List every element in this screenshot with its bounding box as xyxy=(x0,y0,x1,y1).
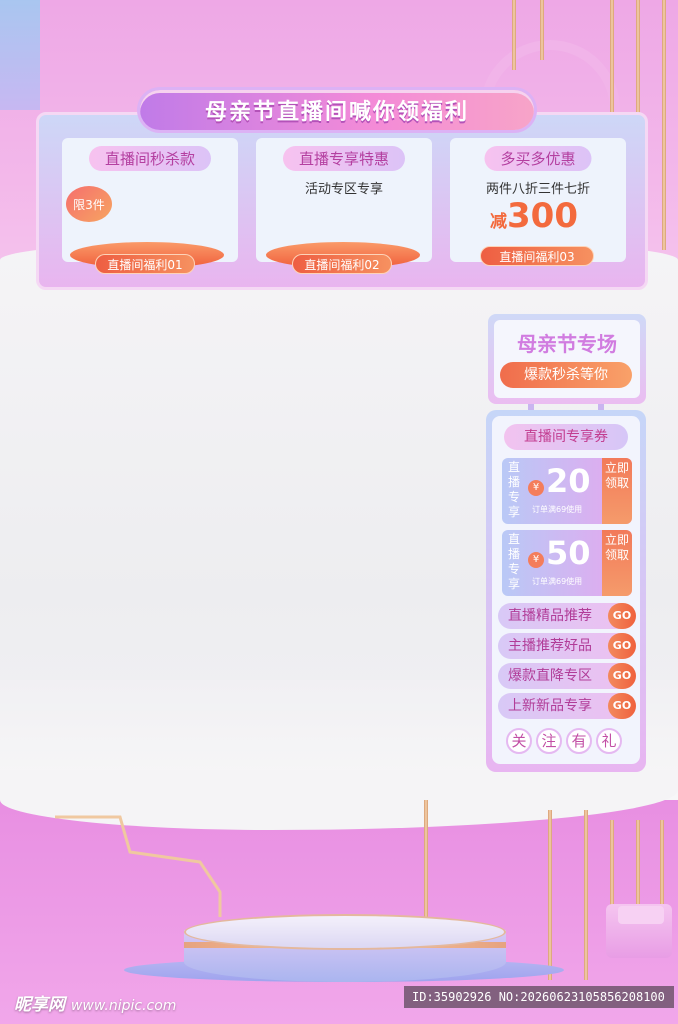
benefit-banner: 母亲节直播间喊你领福利 xyxy=(140,90,534,130)
card-subtitle: 活动专区专享 xyxy=(304,182,383,197)
nav-item-recommend[interactable]: 直播精品推荐 GO xyxy=(498,603,636,629)
watermark-url: www.nipic.com xyxy=(70,998,177,1014)
nav-item-new-arrivals[interactable]: 上新新品专享 GO xyxy=(498,693,636,719)
card-title: 直播间秒杀款 xyxy=(88,146,212,171)
coupon-condition: 订单满69使用 xyxy=(532,577,583,586)
nav-label: 上新新品专享 xyxy=(508,698,592,714)
coupon-amount: 50 xyxy=(546,534,591,572)
nav-item-host-picks[interactable]: 主播推荐好品 GO xyxy=(498,633,636,659)
go-button[interactable]: GO xyxy=(608,603,636,629)
follow-char[interactable]: 注 xyxy=(536,728,562,754)
watermark-id: ID:35902926 NO:20260623105856208100 xyxy=(404,986,674,1008)
coupon-label: 直播专享 xyxy=(508,532,521,591)
claim-button[interactable]: 立即领取 xyxy=(602,458,632,524)
gold-bar-decoration xyxy=(584,810,588,980)
go-button[interactable]: GO xyxy=(608,633,636,659)
gold-bar-decoration xyxy=(540,0,544,60)
gold-wave-decoration xyxy=(55,815,222,917)
nav-label: 主播推荐好品 xyxy=(508,638,592,654)
limit-tag: 限3件 xyxy=(66,186,112,222)
side-title: 母亲节专场 xyxy=(517,332,617,356)
yen-icon: ¥ xyxy=(528,480,544,496)
discount-amount: 减300 xyxy=(490,196,578,236)
nav-label: 直播精品推荐 xyxy=(508,608,592,624)
coupon-label: 直播专享 xyxy=(508,460,521,519)
go-button[interactable]: GO xyxy=(608,663,636,689)
benefit-button-2[interactable]: 直播间福利02 xyxy=(292,254,392,274)
coupon-50[interactable]: 直播专享 ¥ 50 订单满69使用 立即领取 xyxy=(502,530,632,596)
gold-bar-decoration xyxy=(512,0,516,70)
coupon-amount: 20 xyxy=(546,462,591,500)
gold-bar-decoration xyxy=(636,820,640,910)
coupon-condition: 订单满69使用 xyxy=(532,505,583,514)
discount-number: 300 xyxy=(507,196,578,236)
card-subtitle: 两件八折三件七折 xyxy=(485,182,590,197)
step-decoration xyxy=(618,906,664,924)
nav-item-price-drop[interactable]: 爆款直降专区 GO xyxy=(498,663,636,689)
side-subtitle: 爆款秒杀等你 xyxy=(500,362,632,388)
nav-label: 爆款直降专区 xyxy=(508,668,592,684)
watermark-logo-text: 昵享网 xyxy=(14,995,65,1015)
yen-icon: ¥ xyxy=(528,552,544,568)
podium-top xyxy=(184,914,506,950)
coupon-title: 直播间专享券 xyxy=(504,424,628,450)
benefit-button-1[interactable]: 直播间福利01 xyxy=(95,254,195,274)
left-stripe-decoration xyxy=(0,0,40,110)
gold-bar-decoration xyxy=(548,810,552,980)
coupon-20[interactable]: 直播专享 ¥ 20 订单满69使用 立即领取 xyxy=(502,458,632,524)
gold-bar-decoration xyxy=(662,0,666,250)
go-button[interactable]: GO xyxy=(608,693,636,719)
gold-bar-decoration xyxy=(660,820,664,910)
card-title: 直播专享特惠 xyxy=(282,146,406,171)
benefit-button-3[interactable]: 直播间福利03 xyxy=(480,246,594,266)
follow-char[interactable]: 有 xyxy=(566,728,592,754)
discount-prefix: 减 xyxy=(490,212,507,232)
card-title: 多买多优惠 xyxy=(484,146,592,171)
follow-char[interactable]: 关 xyxy=(506,728,532,754)
banner-title: 母亲节直播间喊你领福利 xyxy=(204,100,469,125)
watermark-logo: 昵享网 www.nipic.com xyxy=(14,990,176,1015)
claim-button[interactable]: 立即领取 xyxy=(602,530,632,596)
gold-bar-decoration xyxy=(610,820,614,910)
follow-char[interactable]: 礼 xyxy=(596,728,622,754)
